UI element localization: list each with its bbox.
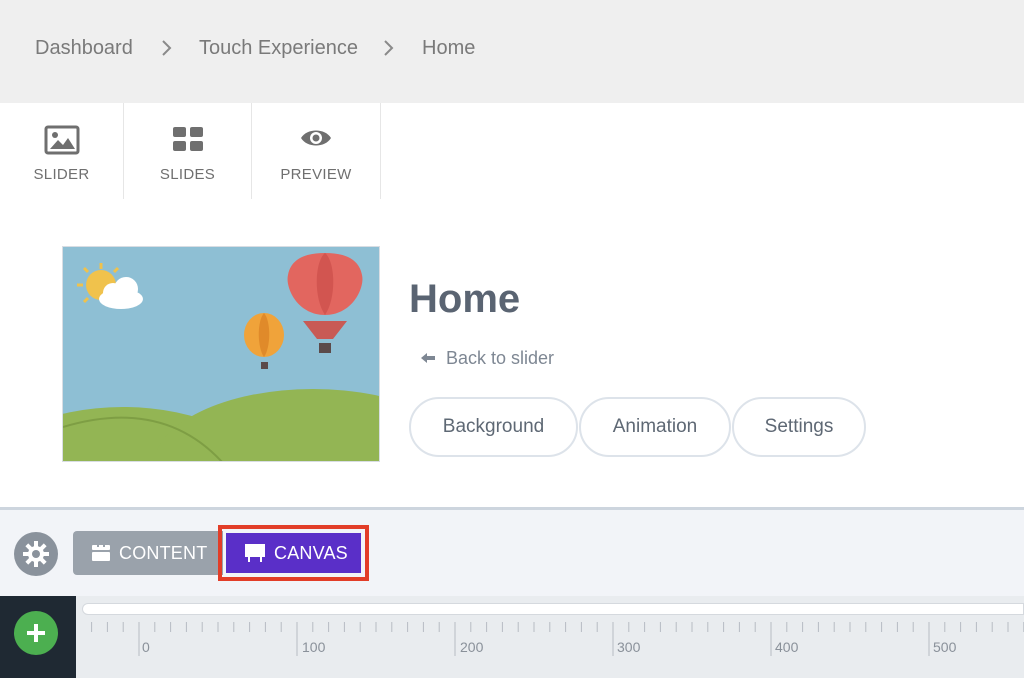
toolbar-preview-button[interactable]: PREVIEW [252, 103, 381, 199]
toolbar-slides-button[interactable]: SLIDES [124, 103, 252, 199]
ruler-label-0: 0 [142, 639, 150, 655]
slide-thumbnail-image [63, 247, 379, 461]
toolbar-slider-button[interactable]: SLIDER [0, 103, 124, 199]
top-toolbar: SLIDER SLIDES PREVIEW [0, 103, 1024, 200]
back-to-slider-link[interactable]: Back to slider [420, 346, 554, 370]
plus-icon [27, 624, 45, 642]
ruler-label-400: 400 [775, 639, 799, 655]
image-icon [44, 125, 79, 155]
settings-button[interactable]: Settings [732, 397, 866, 457]
arrow-left-icon [421, 353, 435, 363]
chevron-right-icon [162, 40, 172, 56]
ruler-ticks: 0 100 200 300 400 500 [91, 622, 1024, 656]
grid-icon [172, 127, 203, 151]
settings-gear-button[interactable] [14, 532, 58, 576]
ruler-label-100: 100 [302, 639, 326, 655]
toolbar-preview-label: PREVIEW [280, 166, 352, 183]
ruler-label-200: 200 [460, 639, 484, 655]
back-to-slider-label: Back to slider [446, 347, 555, 368]
content-tab-button[interactable]: CONTENT [73, 531, 223, 575]
toolbar-slides-label: SLIDES [159, 166, 216, 183]
layers-icon [92, 544, 110, 561]
breadcrumb-item-dashboard[interactable]: Dashboard [35, 36, 133, 60]
breadcrumb-item-home: Home [422, 37, 476, 59]
breadcrumb-item-touch-experience[interactable]: Touch Experience [199, 36, 358, 60]
ruler-label-300: 300 [617, 639, 641, 655]
slide-title: Home [409, 277, 521, 321]
animation-button[interactable]: Animation [579, 397, 731, 457]
ruler-label-500: 500 [933, 639, 957, 655]
background-button[interactable]: Background [409, 397, 578, 457]
toolbar-slider-label: SLIDER [33, 166, 90, 183]
canvas-tab-label: CANVAS [274, 542, 348, 563]
add-layer-button[interactable] [14, 611, 58, 655]
timeline-scrollbar[interactable] [82, 603, 1024, 615]
content-tab-label: CONTENT [119, 542, 208, 563]
breadcrumb: Dashboard Touch Experience Home [0, 0, 1024, 103]
eye-icon [301, 130, 331, 146]
canvas-tab-button[interactable]: CANVAS [226, 533, 361, 573]
canvas-icon [245, 544, 265, 562]
slide-thumbnail [62, 246, 380, 462]
gear-icon [23, 541, 49, 567]
chevron-right-icon [384, 40, 394, 56]
